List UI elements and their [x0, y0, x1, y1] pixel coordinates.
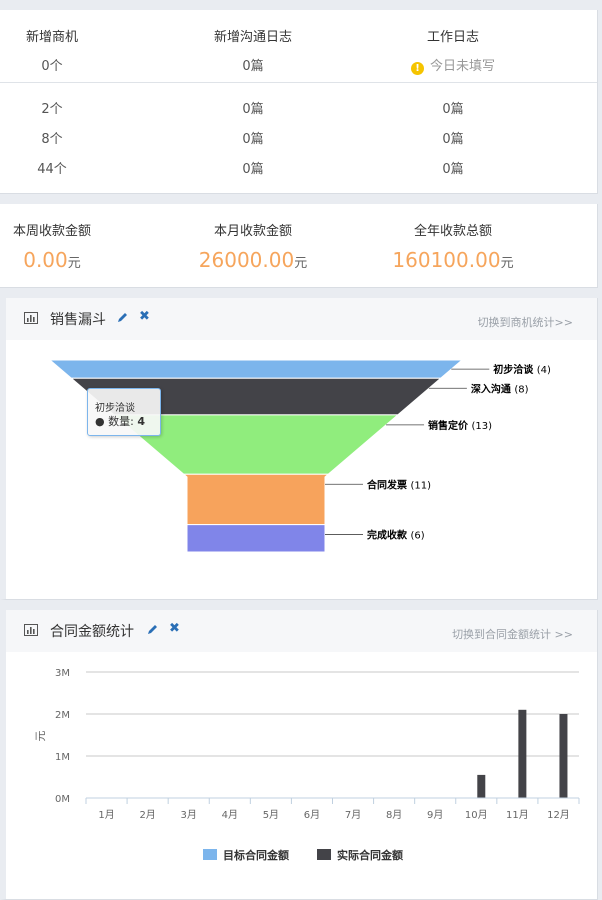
contract-amount-panel: 合同金额统计 ✖ 切换到合同金额统计 >> 0M 1M 2M 3M 元 1月 2月 3月 4月 5…	[0, 610, 598, 900]
stat-cell: 0篇	[442, 162, 464, 177]
funnel-slice[interactable]	[48, 359, 464, 379]
tooltip-title: 初步洽谈	[95, 403, 135, 414]
currency-unit: 元	[294, 256, 308, 271]
y-tick-label: 3M	[55, 668, 70, 679]
stat-cell: 2个	[41, 102, 63, 117]
switch-to-contract-stats-link[interactable]: 切换到合同金额统计 >>	[452, 626, 573, 642]
weekly-payment-label: 本周收款金额	[12, 224, 91, 239]
switch-to-opportunity-stats-link[interactable]: 切换到商机统计>>	[478, 314, 573, 330]
x-tick-label: 2月	[139, 809, 155, 821]
stat-cell: 0篇	[442, 132, 464, 147]
funnel-label: 初步洽谈 (4)	[493, 363, 551, 376]
funnel-label: 销售定价 (13)	[428, 419, 492, 432]
edit-icon[interactable]	[146, 623, 159, 636]
x-tick-label: 12月	[547, 809, 570, 821]
currency-unit: 元	[500, 256, 514, 271]
header-work-logs: 工作日志	[426, 30, 479, 45]
x-tick-label: 1月	[98, 809, 114, 821]
work-log-status-text: 今日未填写	[429, 59, 495, 74]
x-tick-label: 10月	[465, 809, 488, 821]
y-axis-label: 元	[34, 731, 47, 742]
y-tick-label: 0M	[55, 794, 70, 805]
stats-card: 新增商机 新增沟通日志 工作日志 0个 0篇 ! 今日未填写 2个 0篇 0篇 8…	[0, 10, 598, 194]
close-icon[interactable]: ✖	[169, 621, 180, 636]
legend-label[interactable]: 实际合同金额	[337, 848, 403, 862]
amount: 0.00	[23, 248, 68, 272]
x-tick-label: 9月	[427, 809, 443, 821]
sales-funnel-panel: 销售漏斗 ✖ 切换到商机统计>> 初步洽谈 (4) 深入沟通 (8) 销售定价 (1…	[0, 298, 598, 600]
today-work-log-status[interactable]: ! 今日未填写	[353, 55, 553, 75]
edit-icon[interactable]	[116, 311, 129, 324]
today-opportunities: 0个	[41, 59, 63, 74]
bar[interactable]	[477, 774, 486, 798]
panel-title: 销售漏斗	[50, 312, 106, 328]
yearly-payment-label: 全年收款总额	[413, 224, 492, 239]
stat-cell: 8个	[41, 132, 63, 147]
funnel-slice[interactable]	[186, 524, 326, 553]
amount: 26000.00	[198, 248, 295, 272]
bar-chart-icon	[24, 624, 38, 636]
warning-icon: !	[410, 62, 424, 75]
yearly-payment-value: 160100.00元	[353, 248, 553, 272]
stat-cell: 0篇	[242, 132, 264, 147]
bar[interactable]	[518, 709, 527, 798]
stat-cell: 0篇	[242, 162, 264, 177]
legend-swatch[interactable]	[317, 849, 331, 860]
tooltip-value: 4	[137, 415, 145, 428]
x-tick-label: 4月	[222, 809, 238, 821]
funnel-label: 深入沟通 (8)	[471, 382, 529, 395]
funnel-label: 合同发票 (11)	[366, 478, 431, 491]
x-tick-label: 5月	[263, 809, 279, 821]
x-tick-label: 6月	[304, 809, 320, 821]
x-tick-label: 11月	[506, 809, 529, 821]
panel-header: 销售漏斗 ✖ 切换到商机统计>>	[6, 298, 597, 340]
currency-unit: 元	[67, 256, 81, 271]
close-icon[interactable]: ✖	[139, 309, 150, 324]
monthly-payment-label: 本月收款金额	[213, 224, 292, 239]
stat-cell: 0篇	[242, 102, 264, 117]
today-communication-logs: 0篇	[242, 59, 264, 74]
divider	[0, 82, 597, 83]
contract-amount-chart: 0M 1M 2M 3M 元 1月 2月 3月 4月 5月 6月 7月 8月 9月 10月 11月 12月 目标合…	[34, 668, 580, 862]
panel-title: 合同金额统计	[50, 624, 134, 640]
x-tick-label: 8月	[386, 809, 402, 821]
amount: 160100.00	[392, 248, 501, 272]
legend-label[interactable]: 目标合同金额	[223, 848, 289, 862]
header-new-communication-logs: 新增沟通日志	[213, 30, 292, 45]
y-tick-label: 1M	[55, 752, 70, 763]
y-tick-label: 2M	[55, 710, 70, 721]
funnel-tooltip: 初步洽谈 ● 数量: 4	[87, 388, 161, 436]
bar[interactable]	[559, 714, 568, 798]
tooltip-row: ● 数量: 4	[95, 415, 145, 428]
weekly-payment-value: 0.00元	[0, 248, 152, 272]
monthly-payment-value: 26000.00元	[153, 248, 353, 272]
funnel-label: 完成收款 (6)	[367, 529, 425, 542]
sales-funnel-chart: 初步洽谈 (4) 深入沟通 (8) 销售定价 (13) 合同发票 (11) 完成收款 (…	[48, 359, 551, 553]
header-new-opportunities: 新增商机	[25, 30, 78, 45]
bar-chart-icon	[24, 312, 38, 324]
payment-summary-card: 本周收款金额 本月收款金额 全年收款总额 0.00元 26000.00元 160…	[0, 204, 598, 288]
stat-cell: 44个	[37, 162, 67, 177]
x-tick-label: 7月	[345, 809, 361, 821]
x-tick-label: 3月	[181, 809, 197, 821]
panel-header: 合同金额统计 ✖ 切换到合同金额统计 >>	[6, 610, 597, 652]
tooltip-label: 数量:	[108, 415, 134, 428]
stat-cell: 0篇	[442, 102, 464, 117]
funnel-slice[interactable]	[182, 473, 330, 526]
legend-swatch[interactable]	[203, 849, 217, 860]
